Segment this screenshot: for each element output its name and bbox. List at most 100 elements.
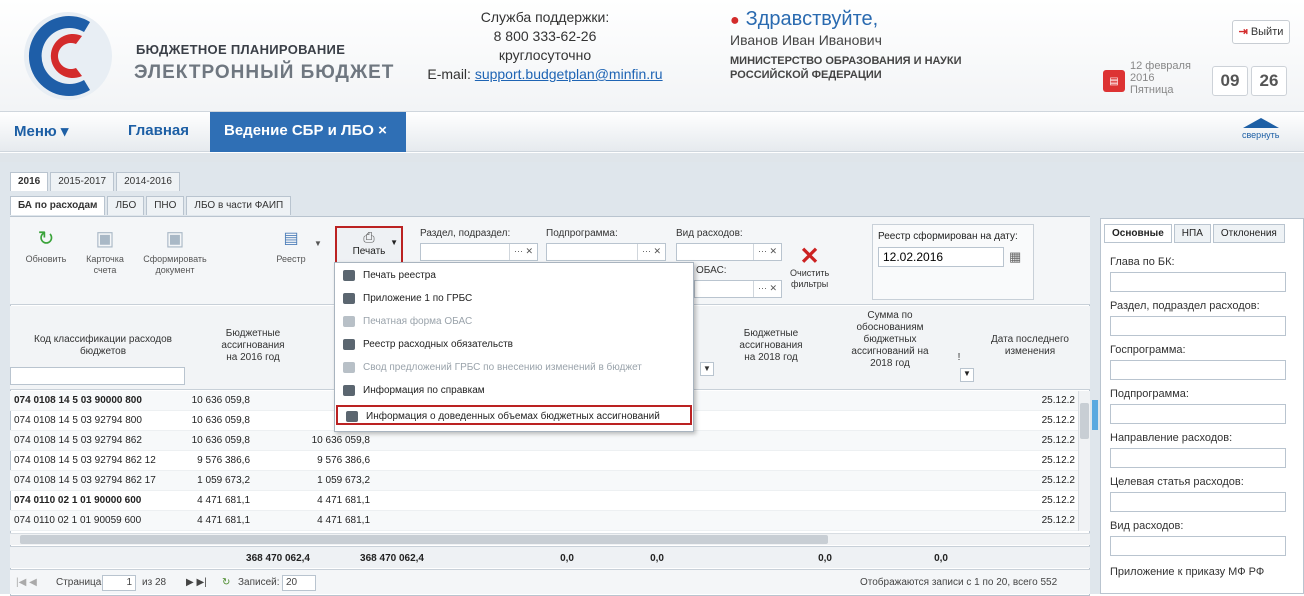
tab-main[interactable]: Основные <box>1104 224 1172 243</box>
total-value2: 368 470 062,4 <box>360 553 424 564</box>
obas-picker-clear[interactable]: ··· ✕ <box>753 281 781 297</box>
first-page-icon[interactable]: |◀ ◀ <box>16 577 37 588</box>
cell-date: 25.12.2 <box>1041 415 1075 426</box>
refresh-icon[interactable]: ↻ <box>222 577 230 588</box>
section-label: Раздел, подраздел: <box>420 228 511 239</box>
obas-input[interactable]: ··· ✕ <box>694 280 782 298</box>
cell-value2: 4 471 681,1 <box>317 515 370 526</box>
print-menu-item[interactable]: Информация по справкам <box>335 381 693 401</box>
print-menu-item[interactable]: Приложение 1 по ГРБС <box>335 289 693 309</box>
registry-button[interactable]: ▤ Реестр <box>266 228 316 265</box>
grid-horizontal-scrollbar[interactable] <box>10 533 1090 545</box>
section-input[interactable]: ··· ✕ <box>420 243 538 261</box>
registry-date-input[interactable] <box>878 247 1004 267</box>
form-label: Сформировать <box>143 254 207 264</box>
subprogram-side-input[interactable] <box>1110 404 1286 424</box>
header-last-change[interactable]: Дата последнего изменения <box>982 334 1078 358</box>
refresh-icon: ↻ <box>37 228 55 250</box>
calendar-picker-icon[interactable]: ▦ <box>1009 249 1021 265</box>
tab-year-2015-2017[interactable]: 2015-2017 <box>50 172 115 191</box>
vscroll-thumb[interactable] <box>1080 403 1089 439</box>
nav-menu[interactable]: Меню ▾ <box>14 122 68 140</box>
flag2-filter-dropdown[interactable]: ▼ <box>700 362 714 376</box>
direction-input[interactable] <box>1110 448 1286 468</box>
cell-code: 074 0110 02 1 01 90059 600 <box>14 515 142 526</box>
field-label-chapter: Глава по БК: <box>1110 256 1175 268</box>
next-page-icon[interactable]: ▶ ▶| <box>186 577 207 588</box>
tab-lbo-faip[interactable]: ЛБО в части ФАИП <box>186 196 292 215</box>
code-filter-input[interactable] <box>10 367 185 385</box>
print-menu-item[interactable]: Печать реестра <box>335 266 693 286</box>
page-input[interactable]: 1 <box>102 575 136 591</box>
header-ba-2018[interactable]: Бюджетные ассигнования на 2018 год <box>716 328 826 364</box>
cell-value2: 1 059 673,2 <box>317 475 370 486</box>
cell-ba2016: 4 471 681,1 <box>197 515 250 526</box>
collapse-button[interactable]: свернуть <box>1242 118 1279 140</box>
cell-code: 074 0108 14 5 03 92794 862 <box>14 435 142 446</box>
cell-date: 25.12.2 <box>1041 495 1075 506</box>
total-value5: 0,0 <box>818 553 832 564</box>
tab-year-2016[interactable]: 2016 <box>10 172 49 191</box>
section-expense-input[interactable] <box>1110 316 1286 336</box>
print-menu-item[interactable]: Реестр расходных обязательств <box>335 335 693 355</box>
tab-deviations[interactable]: Отклонения <box>1212 224 1285 243</box>
current-date: 12 февраля 2016 Пятница <box>1130 60 1191 96</box>
collapse-label: свернуть <box>1242 130 1280 140</box>
print-menu-item-selected[interactable]: Информация о доведенных объемах бюджетны… <box>336 405 692 425</box>
header-ba-2018-l2: ассигнования <box>739 340 803 351</box>
separator-band <box>0 153 1304 162</box>
records-input[interactable]: 20 <box>282 575 316 591</box>
hscroll-thumb[interactable] <box>20 535 828 544</box>
sub-tabs: БА по расходам ЛБО ПНО ЛБО в части ФАИП <box>10 196 293 215</box>
cell-date: 25.12.2 <box>1041 455 1075 466</box>
field-label-target-article: Целевая статья расходов: <box>1110 476 1244 488</box>
tab-pno[interactable]: ПНО <box>146 196 185 215</box>
logout-button[interactable]: ⇥ Выйти <box>1232 20 1290 44</box>
tab-year-2014-2016[interactable]: 2014-2016 <box>116 172 180 191</box>
form-document-button[interactable]: ▣ Сформировать документ <box>140 228 210 276</box>
table-row[interactable]: 074 0110 02 1 01 90059 600 4 471 681,1 4 4… <box>10 511 1080 531</box>
printer-icon <box>343 270 355 281</box>
account-card-button[interactable]: ▣ Карточка счета <box>80 228 130 276</box>
expense-type-picker-clear[interactable]: ··· ✕ <box>753 244 781 260</box>
grid-vertical-scrollbar[interactable] <box>1078 391 1090 531</box>
page-of: из 28 <box>142 577 167 588</box>
tab-ba-expenses[interactable]: БА по расходам <box>10 196 106 215</box>
header-ba-2016[interactable]: Бюджетные ассигнования на 2016 год <box>198 328 308 364</box>
header-ba-2016-l3: на 2016 год <box>226 352 280 363</box>
refresh-button[interactable]: ↻ Обновить <box>18 228 74 265</box>
table-row[interactable]: 074 0108 14 5 03 92794 862 17 1 059 673,2… <box>10 471 1080 491</box>
chapter-input[interactable] <box>1110 272 1286 292</box>
registry-icon: ▤ <box>283 230 299 247</box>
registry-label: Реестр <box>276 254 306 264</box>
total-value4: 0,0 <box>650 553 664 564</box>
cell-code: 074 0110 02 1 01 90000 600 <box>14 495 142 506</box>
expense-type-input[interactable]: ··· ✕ <box>676 243 782 261</box>
tab-npa[interactable]: НПА <box>1173 224 1211 243</box>
clear-filters-button[interactable]: ✕ Очистить фильтры <box>790 245 829 290</box>
print-button[interactable]: ⎙ Печать ▼ <box>335 226 403 264</box>
subprogram-picker-clear[interactable]: ··· ✕ <box>637 244 665 260</box>
section-picker-clear[interactable]: ··· ✕ <box>509 244 537 260</box>
table-row[interactable]: 074 0110 02 1 01 90000 600 4 471 681,1 4 4… <box>10 491 1080 511</box>
target-article-input[interactable] <box>1110 492 1286 512</box>
support-email-link[interactable]: support.budgetplan@minfin.ru <box>475 66 663 82</box>
table-row[interactable]: 074 0108 14 5 03 92794 862 12 9 576 386,6… <box>10 451 1080 471</box>
cell-ba2016: 1 059 673,2 <box>197 475 250 486</box>
table-row[interactable]: 074 0108 14 5 03 92794 862 10 636 059,8 10… <box>10 431 1080 451</box>
header-code[interactable]: Код классификации расходов бюджетов <box>18 334 188 358</box>
nav-home[interactable]: Главная <box>128 122 189 139</box>
tab-lbo[interactable]: ЛБО <box>107 196 145 215</box>
menu-item-label: Информация по справкам <box>363 385 485 396</box>
tab-active-sbr-lbo[interactable]: Ведение СБР и ЛБО × <box>210 112 406 152</box>
header-sum-2018[interactable]: Сумма по обоснованиям бюджетных ассигнов… <box>840 310 940 370</box>
side-panel-expander[interactable] <box>1092 400 1098 430</box>
flag-filter-dropdown[interactable]: ▼ <box>960 368 974 382</box>
header-date-l1: Дата последнего <box>991 334 1069 345</box>
records-label: Записей: <box>238 577 280 588</box>
program-input[interactable] <box>1110 360 1286 380</box>
org-line2: РОССИЙСКОЙ ФЕДЕРАЦИИ <box>730 69 882 81</box>
subprogram-input[interactable]: ··· ✕ <box>546 243 666 261</box>
registry-dropdown-arrow[interactable]: ▼ <box>314 238 322 249</box>
expense-type-side-input[interactable] <box>1110 536 1286 556</box>
